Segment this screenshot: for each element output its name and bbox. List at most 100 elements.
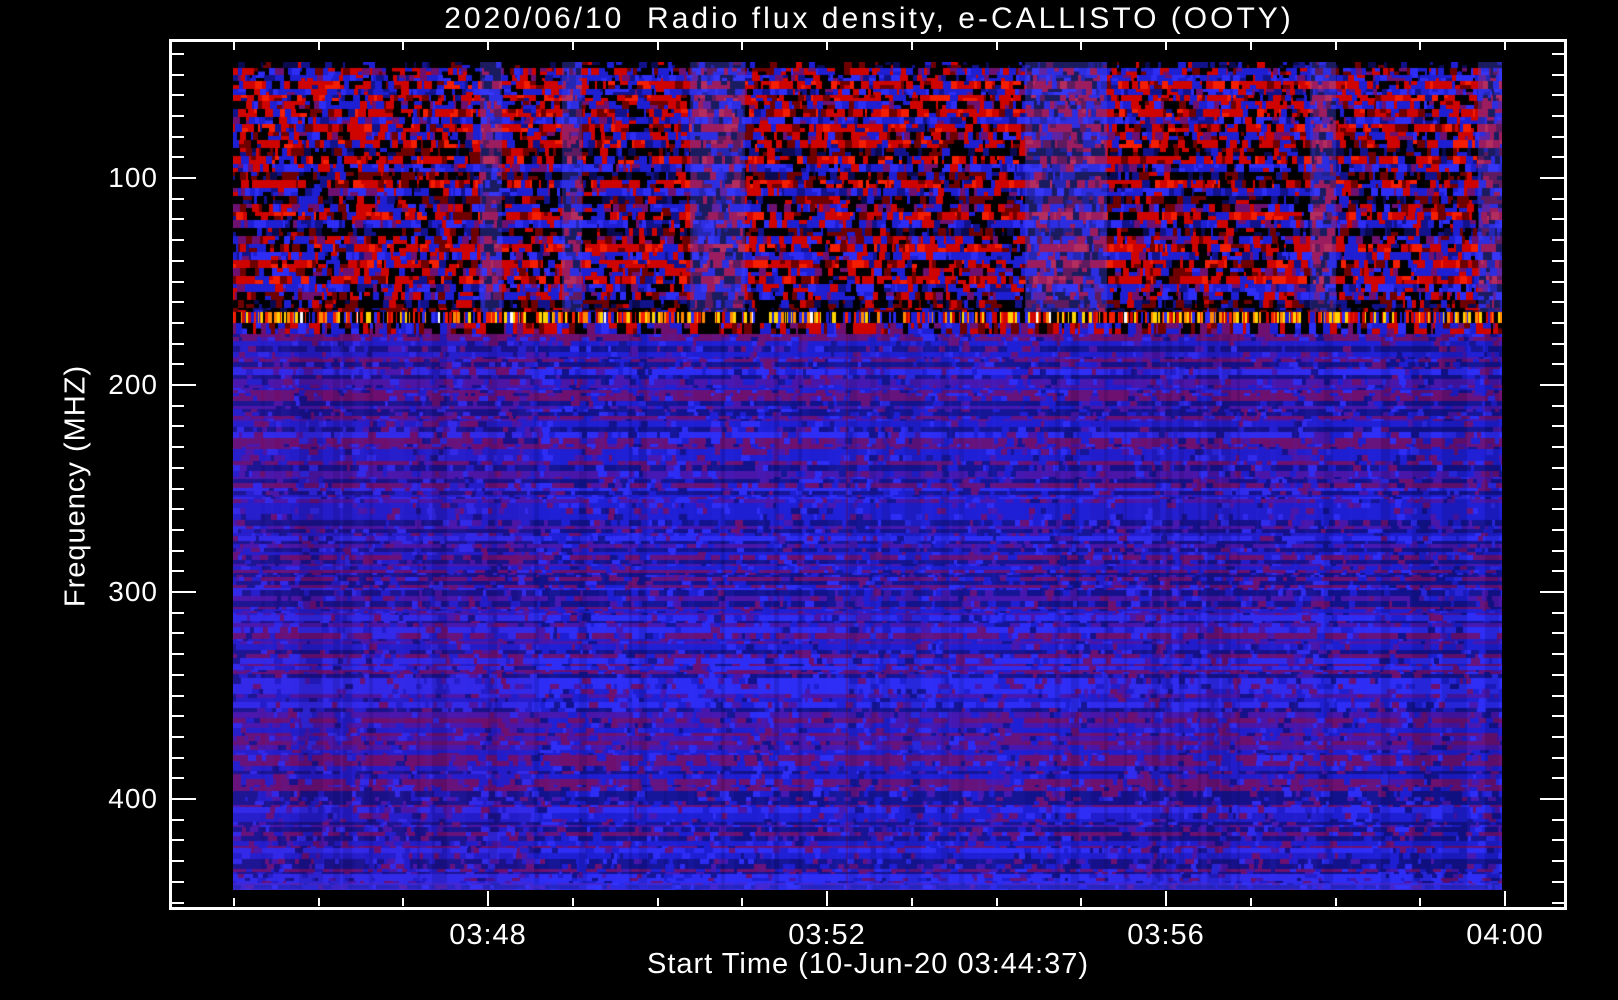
- y-minor-tick-right: [1552, 674, 1564, 676]
- x-minor-tick: [572, 898, 574, 906]
- spectrogram-heatmap: [233, 62, 1502, 890]
- x-top-tick: [996, 42, 998, 50]
- x-top-tick: [1080, 42, 1082, 50]
- x-minor-tick: [233, 898, 235, 906]
- y-minor-tick-left: [172, 53, 184, 55]
- y-minor-tick-right: [1552, 839, 1564, 841]
- y-minor-tick-left: [172, 736, 184, 738]
- x-minor-tick: [657, 898, 659, 906]
- y-minor-tick-left: [172, 819, 184, 821]
- y-minor-tick-right: [1552, 115, 1564, 117]
- x-top-tick: [1250, 42, 1252, 50]
- y-minor-tick-left: [172, 281, 184, 283]
- x-minor-tick: [1419, 898, 1421, 906]
- y-minor-tick-right: [1552, 757, 1564, 759]
- y-minor-tick-left: [172, 301, 184, 303]
- y-minor-tick-left: [172, 653, 184, 655]
- y-minor-tick-left: [172, 902, 184, 904]
- x-tick-label: 04:00: [1466, 919, 1544, 951]
- y-minor-tick-left: [172, 115, 184, 117]
- y-minor-tick-left: [172, 156, 184, 158]
- x-top-tick: [1165, 42, 1167, 50]
- y-major-tick-left: [172, 591, 196, 593]
- y-minor-tick-right: [1552, 860, 1564, 862]
- y-minor-tick-right: [1552, 239, 1564, 241]
- x-tick-label: 03:56: [1127, 919, 1205, 951]
- y-minor-tick-left: [172, 405, 184, 407]
- y-minor-tick-right: [1552, 612, 1564, 614]
- y-minor-tick-left: [172, 508, 184, 510]
- y-minor-tick-right: [1552, 136, 1564, 138]
- x-minor-tick: [1250, 898, 1252, 906]
- x-top-tick: [1419, 42, 1421, 50]
- y-minor-tick-right: [1552, 550, 1564, 552]
- x-top-tick: [233, 42, 235, 50]
- y-minor-tick-right: [1552, 902, 1564, 904]
- y-minor-tick-right: [1552, 53, 1564, 55]
- y-minor-tick-right: [1552, 363, 1564, 365]
- y-minor-tick-right: [1552, 301, 1564, 303]
- x-minor-tick: [996, 898, 998, 906]
- y-minor-tick-left: [172, 446, 184, 448]
- x-top-tick: [572, 42, 574, 50]
- y-minor-tick-left: [172, 94, 184, 96]
- x-top-tick: [1504, 42, 1506, 50]
- y-major-tick-right: [1540, 591, 1564, 593]
- y-axis-title: Frequency (MHZ): [59, 364, 92, 608]
- x-minor-tick: [1335, 898, 1337, 906]
- y-minor-tick-right: [1552, 529, 1564, 531]
- y-minor-tick-left: [172, 715, 184, 717]
- y-minor-tick-right: [1552, 508, 1564, 510]
- y-minor-tick-right: [1552, 446, 1564, 448]
- y-minor-tick-left: [172, 239, 184, 241]
- x-top-tick: [402, 42, 404, 50]
- y-tick-label: 300: [108, 576, 158, 607]
- y-minor-tick-right: [1552, 467, 1564, 469]
- chart-title: 2020/06/10 Radio flux density, e-CALLIST…: [444, 2, 1294, 35]
- x-tick-label: 03:48: [449, 919, 527, 951]
- y-minor-tick-left: [172, 322, 184, 324]
- x-major-tick: [1504, 891, 1506, 906]
- x-top-tick: [826, 42, 828, 50]
- y-tick-label: 400: [108, 783, 158, 814]
- x-minor-tick: [402, 898, 404, 906]
- y-minor-tick-right: [1552, 198, 1564, 200]
- y-minor-tick-left: [172, 343, 184, 345]
- x-minor-tick: [1080, 898, 1082, 906]
- x-major-tick: [1165, 891, 1167, 906]
- x-top-tick: [911, 42, 913, 50]
- y-minor-tick-left: [172, 570, 184, 572]
- y-minor-tick-left: [172, 425, 184, 427]
- y-tick-label: 200: [108, 369, 158, 400]
- y-minor-tick-left: [172, 198, 184, 200]
- x-top-tick: [741, 42, 743, 50]
- y-minor-tick-left: [172, 612, 184, 614]
- y-minor-tick-right: [1552, 777, 1564, 779]
- y-minor-tick-left: [172, 260, 184, 262]
- y-minor-tick-right: [1552, 94, 1564, 96]
- y-minor-tick-right: [1552, 74, 1564, 76]
- y-minor-tick-left: [172, 695, 184, 697]
- x-major-tick: [826, 891, 828, 906]
- y-minor-tick-right: [1552, 405, 1564, 407]
- y-minor-tick-right: [1552, 488, 1564, 490]
- x-minor-tick: [911, 898, 913, 906]
- y-major-tick-left: [172, 798, 196, 800]
- y-minor-tick-left: [172, 363, 184, 365]
- y-minor-tick-right: [1552, 156, 1564, 158]
- y-minor-tick-left: [172, 860, 184, 862]
- y-minor-tick-right: [1552, 260, 1564, 262]
- y-minor-tick-right: [1552, 819, 1564, 821]
- x-top-tick: [657, 42, 659, 50]
- y-minor-tick-left: [172, 550, 184, 552]
- y-minor-tick-left: [172, 674, 184, 676]
- y-major-tick-right: [1540, 798, 1564, 800]
- x-top-tick: [318, 42, 320, 50]
- y-minor-tick-left: [172, 632, 184, 634]
- y-minor-tick-right: [1552, 343, 1564, 345]
- y-minor-tick-left: [172, 839, 184, 841]
- y-minor-tick-left: [172, 218, 184, 220]
- y-minor-tick-left: [172, 777, 184, 779]
- spectrogram-screen: 2020/06/10 Radio flux density, e-CALLIST…: [0, 0, 1618, 1000]
- y-minor-tick-right: [1552, 881, 1564, 883]
